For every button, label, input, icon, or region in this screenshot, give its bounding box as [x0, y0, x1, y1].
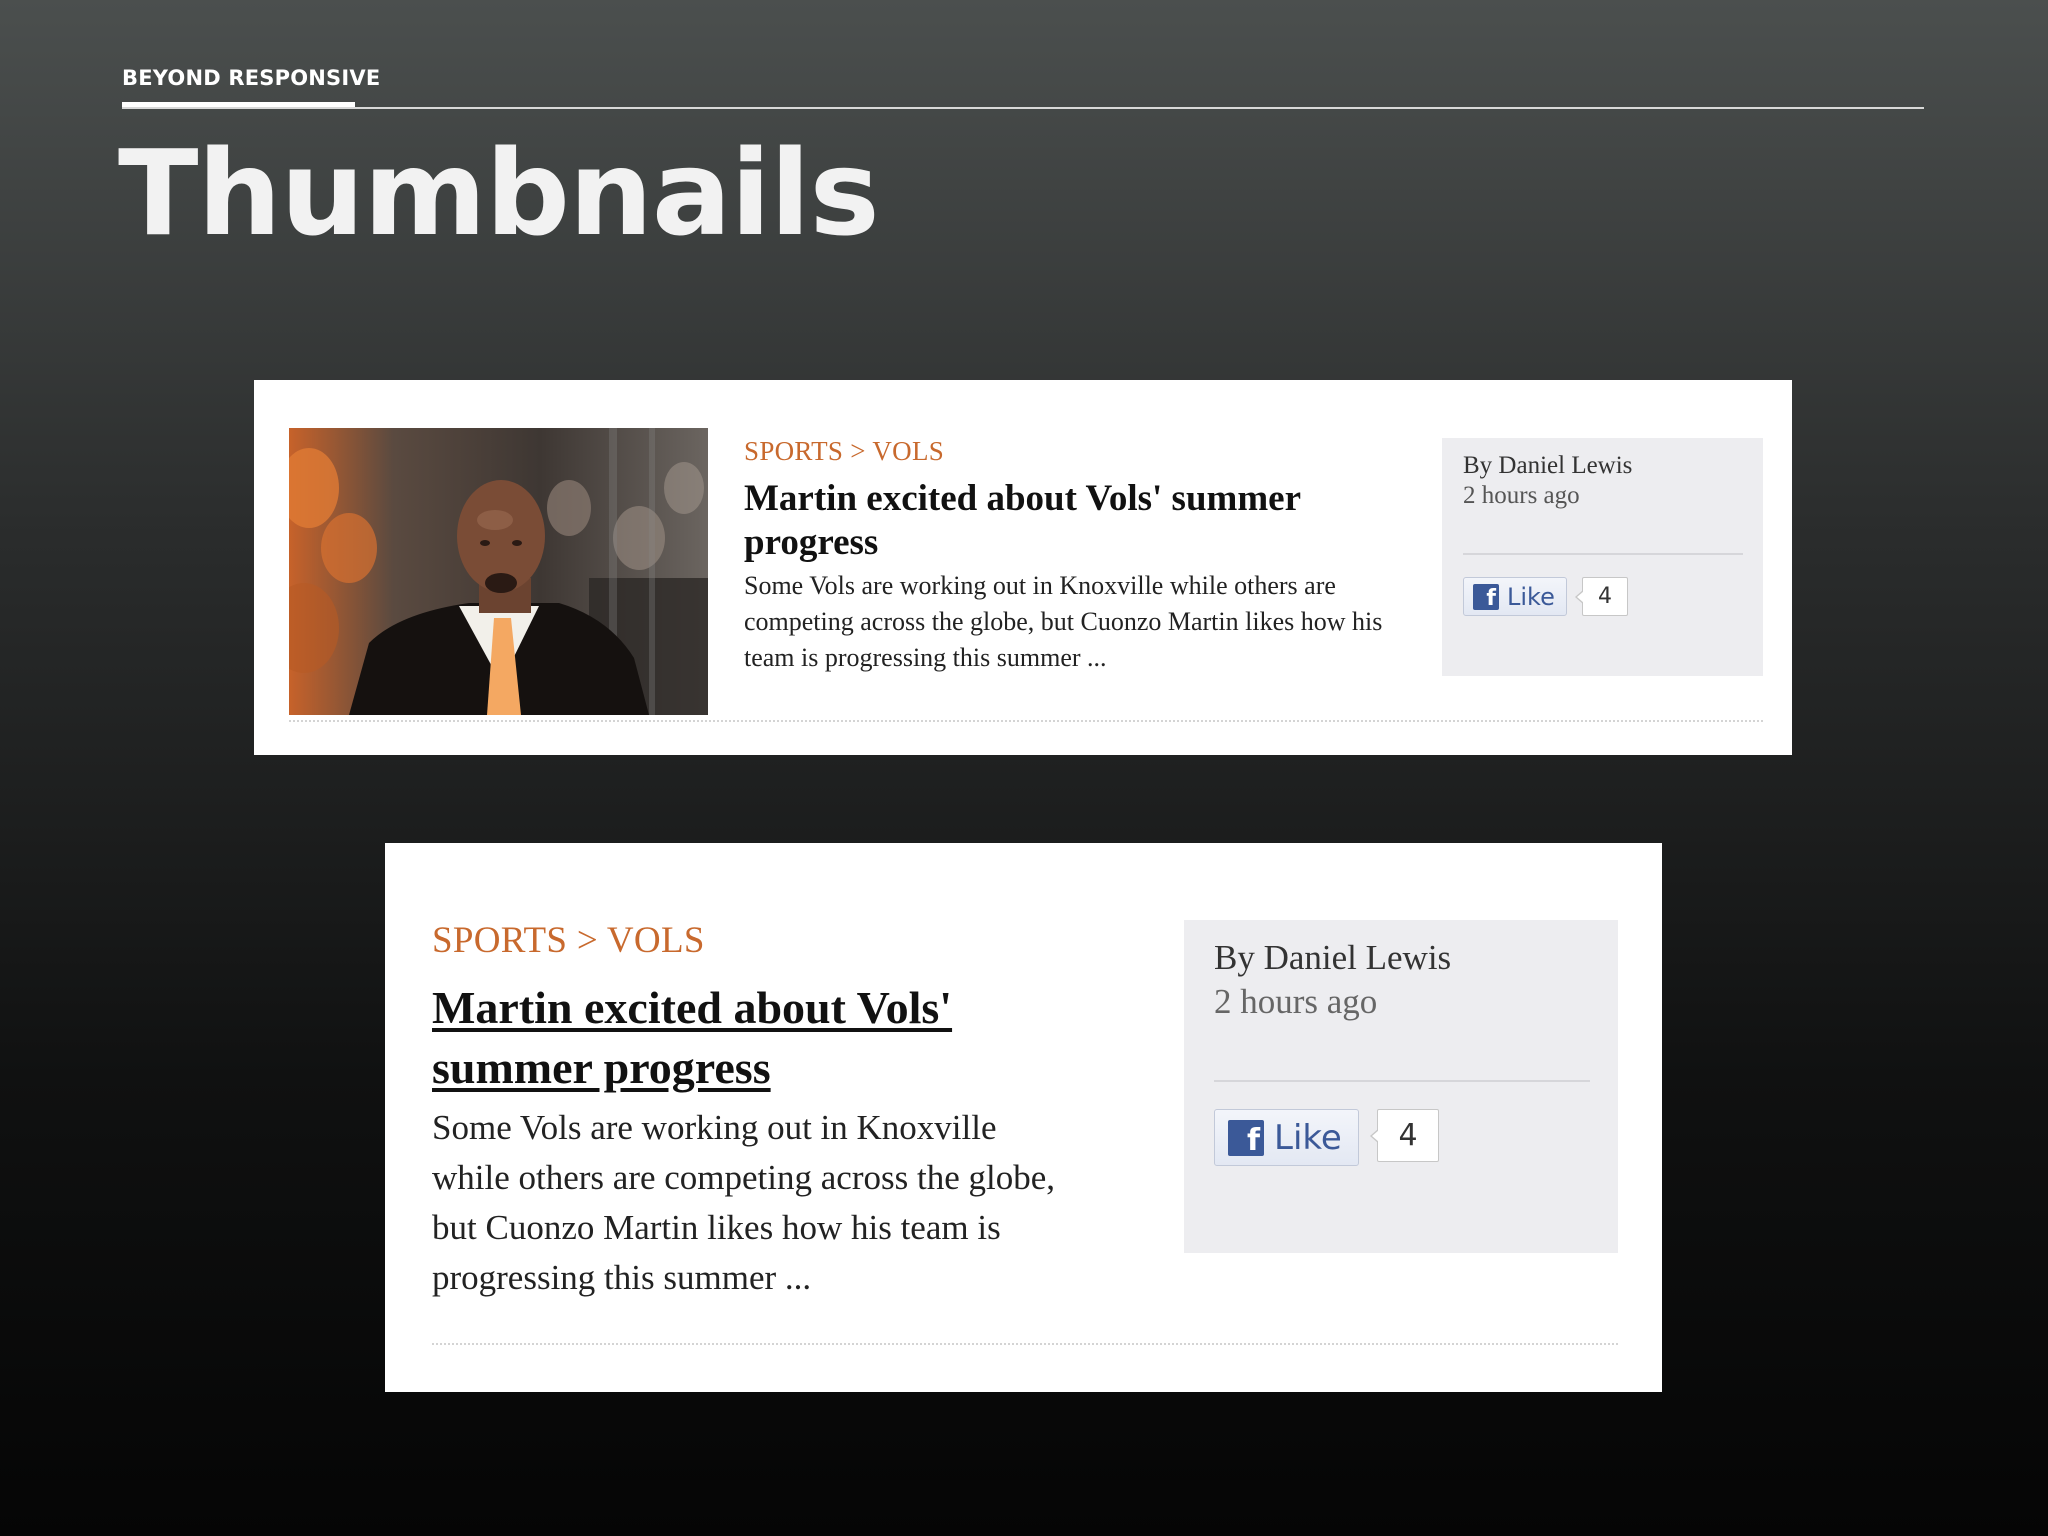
article-divider — [289, 720, 1763, 722]
article-divider — [432, 1343, 1618, 1345]
facebook-icon: f — [1228, 1119, 1264, 1156]
section-label: BEYOND RESPONSIVE — [122, 66, 381, 90]
like-label: Like — [1507, 582, 1555, 611]
article-headline[interactable]: Martin excited about Vols' summer progre… — [432, 978, 1072, 1098]
article-timestamp: 2 hours ago — [1214, 982, 1378, 1021]
header-rule — [122, 107, 1924, 109]
article-byline[interactable]: By Daniel Lewis — [1463, 452, 1632, 480]
meta-divider — [1463, 553, 1743, 555]
article-card-with-thumbnail: SPORTS > VOLS Martin excited about Vols'… — [254, 380, 1792, 755]
article-summary: Some Vols are working out in Knoxville w… — [432, 1108, 1055, 1297]
article-byline[interactable]: By Daniel Lewis — [1214, 938, 1451, 978]
meta-divider — [1214, 1080, 1590, 1082]
article-thumbnail[interactable] — [289, 428, 708, 715]
article-summary: Some Vols are working out in Knoxville w… — [744, 571, 1383, 672]
like-count: 4 — [1575, 577, 1628, 616]
article-breadcrumb[interactable]: SPORTS > VOLS — [432, 919, 705, 962]
article-meta-box: By Daniel Lewis 2 hours ago f Like 4 — [1442, 438, 1763, 676]
article-headline[interactable]: Martin excited about Vols' summer progre… — [744, 477, 1384, 565]
like-count: 4 — [1370, 1109, 1439, 1162]
article-breadcrumb[interactable]: SPORTS > VOLS — [744, 436, 944, 467]
article-card-without-thumbnail: SPORTS > VOLS Martin excited about Vols'… — [385, 843, 1662, 1392]
slide-title: Thumbnails — [118, 124, 880, 262]
like-label: Like — [1274, 1117, 1342, 1158]
facebook-icon: f — [1473, 583, 1499, 610]
article-meta-box: By Daniel Lewis 2 hours ago f Like 4 — [1184, 920, 1618, 1253]
article-timestamp: 2 hours ago — [1463, 482, 1580, 509]
facebook-like-button[interactable]: f Like — [1463, 577, 1567, 616]
facebook-like-button[interactable]: f Like — [1214, 1109, 1359, 1166]
